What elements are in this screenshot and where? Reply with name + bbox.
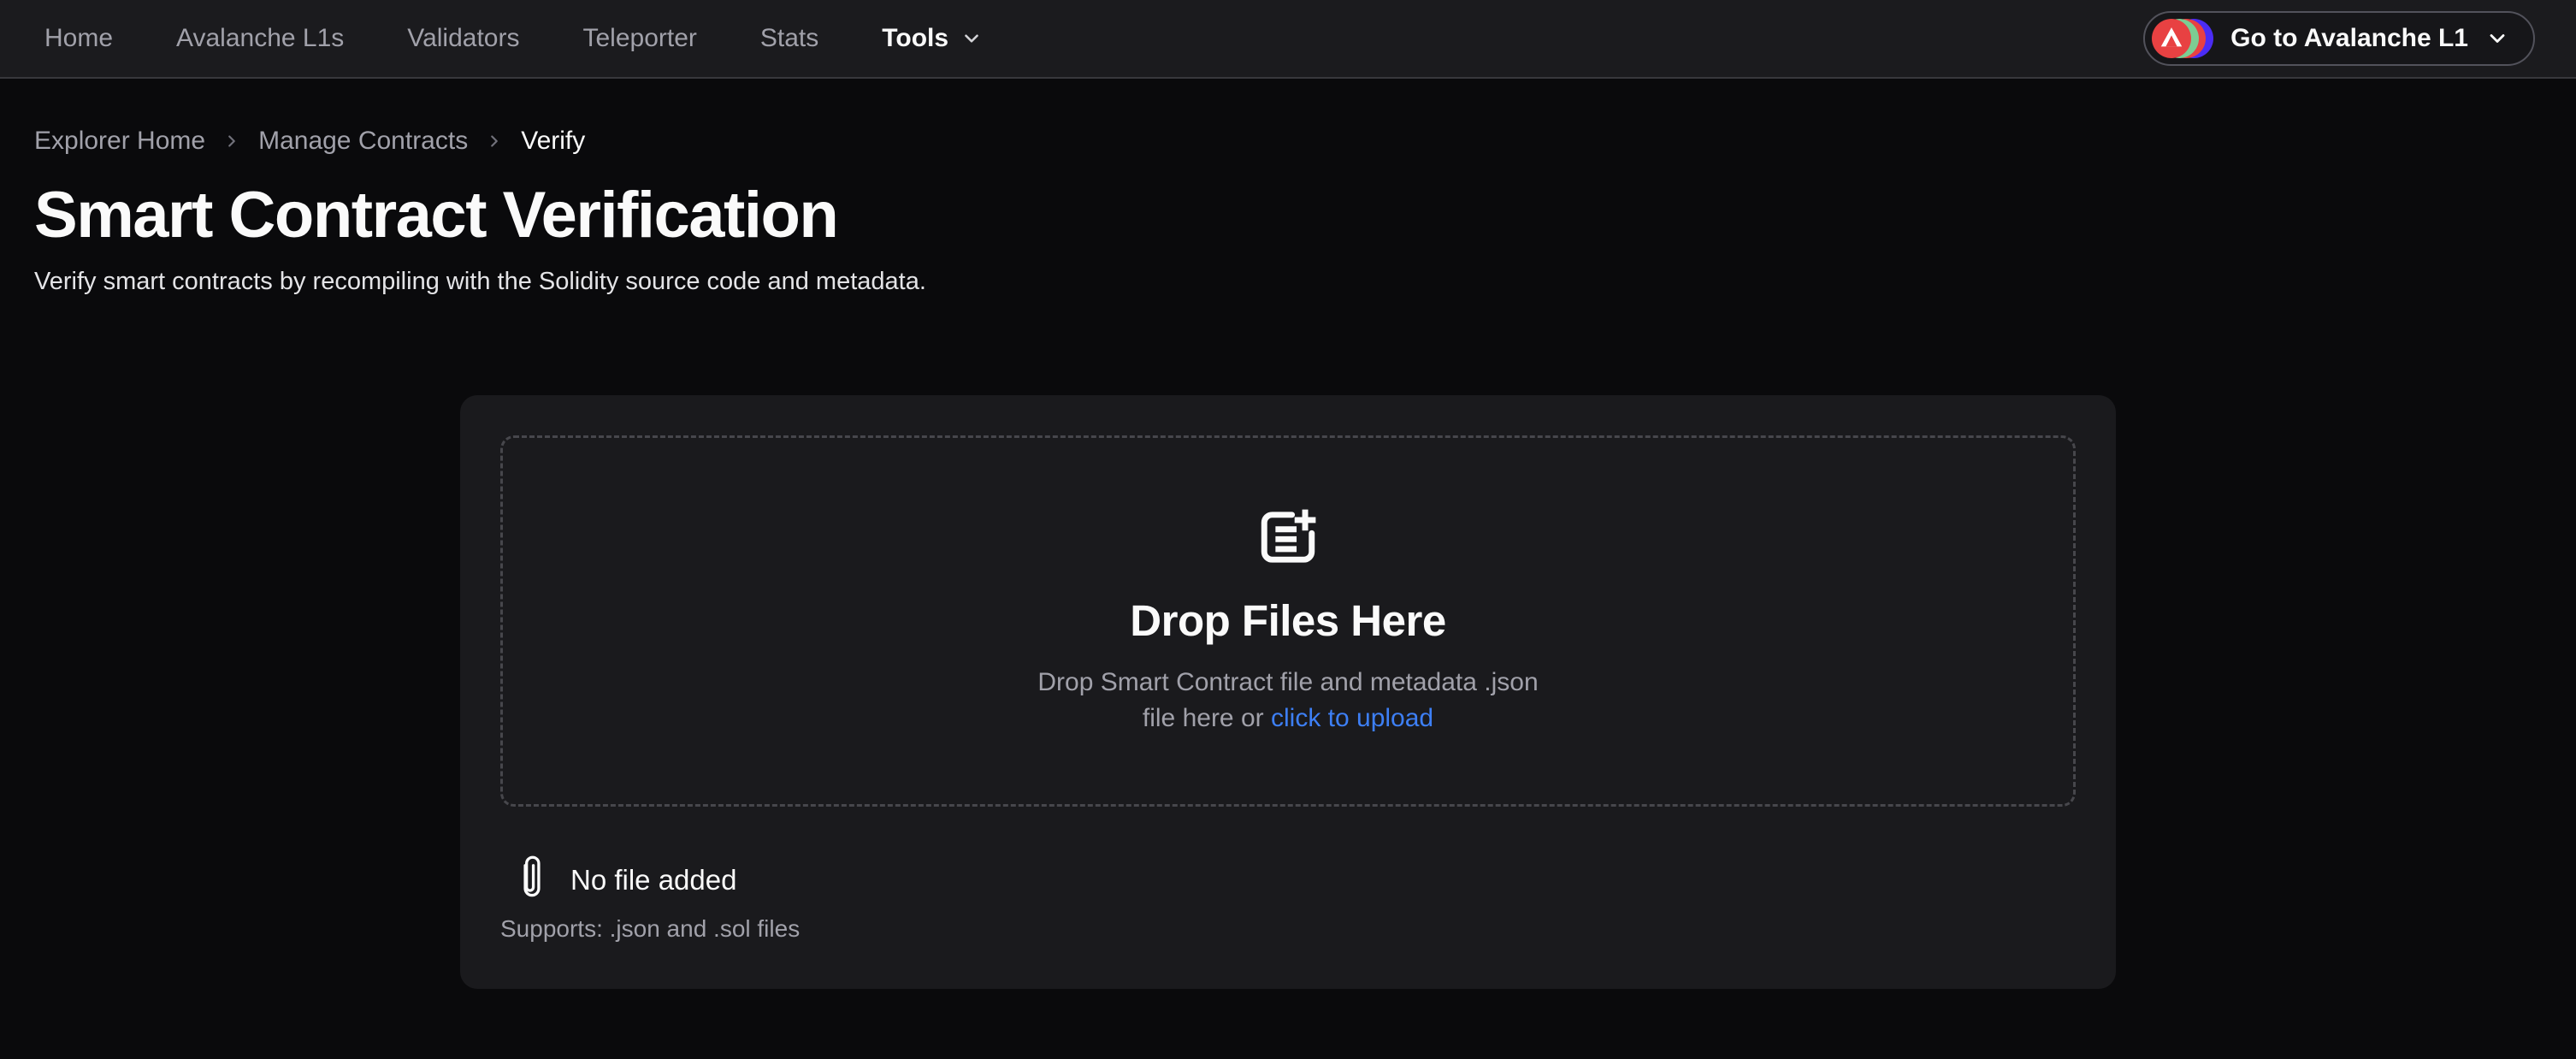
- breadcrumb-manage-contracts[interactable]: Manage Contracts: [258, 127, 468, 156]
- chevron-right-icon: [485, 132, 504, 151]
- dropzone-description: Drop Smart Contract file and metadata .j…: [1037, 665, 1538, 737]
- breadcrumb-explorer-home[interactable]: Explorer Home: [34, 127, 205, 156]
- nav-right: Go to Avalanche L1: [2143, 11, 2535, 66]
- click-to-upload-link[interactable]: click to upload: [1271, 704, 1433, 732]
- avalanche-mountain-glyph: [2152, 19, 2191, 58]
- file-dropzone[interactable]: Drop Files Here Drop Smart Contract file…: [500, 435, 2076, 807]
- nav-item-tools[interactable]: Tools: [882, 24, 983, 53]
- file-status-row: No file added: [500, 853, 2076, 907]
- page-title: Smart Contract Verification: [34, 178, 2542, 252]
- nav-item-avalanche-l1s[interactable]: Avalanche L1s: [176, 24, 344, 53]
- dropzone-description-line2: file here or: [1143, 704, 1264, 732]
- nav-items: Home Avalanche L1s Validators Teleporter…: [44, 24, 983, 53]
- nav-item-teleporter[interactable]: Teleporter: [582, 24, 696, 53]
- avalanche-logo-cluster: [2152, 19, 2213, 58]
- verification-card: Drop Files Here Drop Smart Contract file…: [460, 395, 2116, 989]
- chevron-down-icon: [2485, 27, 2509, 50]
- document-add-icon: [1256, 506, 1320, 573]
- breadcrumb: Explorer Home Manage Contracts Verify: [34, 127, 2542, 156]
- supported-files-text: Supports: .json and .sol files: [500, 915, 2076, 943]
- nav-item-tools-label: Tools: [882, 24, 948, 53]
- chevron-down-icon: [960, 27, 983, 50]
- page-subtitle: Verify smart contracts by recompiling wi…: [34, 268, 2542, 296]
- go-to-avalanche-l1-button[interactable]: Go to Avalanche L1: [2143, 11, 2535, 66]
- breadcrumb-current-verify: Verify: [521, 127, 585, 156]
- nav-item-stats[interactable]: Stats: [760, 24, 818, 53]
- paperclip-icon: [516, 853, 548, 907]
- top-navigation-bar: Home Avalanche L1s Validators Teleporter…: [0, 0, 2576, 79]
- go-to-avalanche-l1-label: Go to Avalanche L1: [2230, 24, 2468, 53]
- nav-item-home[interactable]: Home: [44, 24, 113, 53]
- file-status-text: No file added: [570, 864, 736, 896]
- dropzone-heading: Drop Files Here: [1130, 595, 1445, 646]
- nav-item-validators[interactable]: Validators: [407, 24, 519, 53]
- chevron-right-icon: [222, 132, 241, 151]
- avalanche-logo-icon: [2152, 19, 2191, 58]
- dropzone-description-line1: Drop Smart Contract file and metadata .j…: [1037, 668, 1538, 696]
- main-content: Explorer Home Manage Contracts Verify Sm…: [0, 127, 2576, 989]
